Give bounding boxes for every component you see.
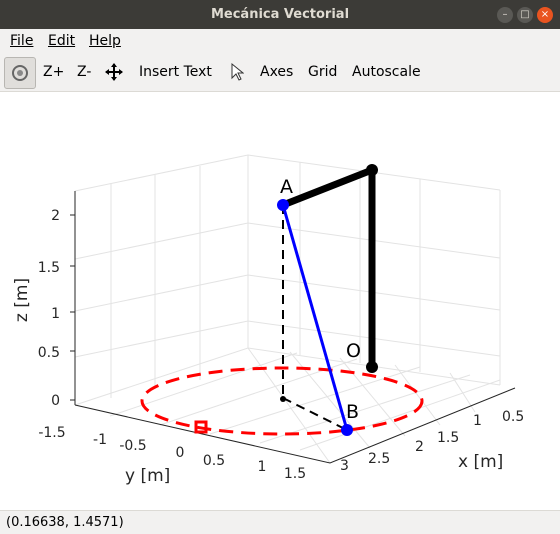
y-tick: -1.5 [38,425,65,441]
menu-edit-label: Edit [48,33,76,49]
x-tick: 1.5 [437,430,459,446]
grid-button[interactable]: Grid [308,64,337,80]
x-tick: 3 [340,458,349,474]
x-tick: 2.5 [368,451,390,467]
menu-edit[interactable]: Edit [48,33,75,49]
x-tick: 1 [473,413,482,429]
z-tick: 2 [51,208,60,224]
menu-file-label: File [10,33,34,49]
rod-ab [281,204,349,431]
zoom-out-button[interactable]: Z- [77,64,91,80]
z-tick: 0 [51,393,60,409]
cursor-coordinates: (0.16638, 1.4571) [6,515,124,530]
projection-point [280,396,286,402]
z-axis-label: z [m] [12,278,32,322]
point-b [341,424,353,436]
menu-help-label: Help [89,33,121,49]
status-bar: (0.16638, 1.4571) [0,510,560,534]
z-tick: 0.5 [38,345,60,361]
insert-text-button[interactable]: Insert Text [139,64,212,80]
y-tick: 1.5 [284,466,306,482]
y-tick: -0.5 [119,438,146,454]
point-a [277,199,289,211]
maximize-icon[interactable]: □ [517,7,533,23]
label-b: B [346,401,359,423]
z-tick: 1.5 [38,260,60,276]
x-axis-label: x [m] [458,452,503,472]
y-tick: 0.5 [203,453,225,469]
window-title: Mecánica Vectorial [210,7,350,22]
label-o: O [346,340,361,362]
tick-marks [70,214,75,401]
rotate-icon [12,65,28,81]
menu-bar: File Edit Help [0,29,560,53]
rotate-button[interactable] [4,57,36,89]
toolbar: Z+ Z- Insert Text Axes Grid Autoscale [0,53,560,92]
axes-button[interactable]: Axes [260,64,293,80]
zoom-in-button[interactable]: Z+ [43,64,64,80]
z-tick-labels: 0 0.5 1 1.5 2 [38,208,60,409]
x-tick: 2 [415,439,424,455]
pan-icon[interactable] [104,62,124,82]
joint-top [366,164,378,176]
frame-structure [281,164,376,367]
x-tick: 0.5 [502,409,524,425]
autoscale-button[interactable]: Autoscale [352,64,421,80]
select-pointer-icon[interactable] [230,62,244,82]
close-icon[interactable]: × [537,7,553,23]
minimize-icon[interactable]: – [497,7,513,23]
y-tick: 1 [258,459,267,475]
y-axis-label: y [m] [125,466,170,486]
title-bar: Mecánica Vectorial – □ × [0,0,560,29]
axis-frame [74,191,516,464]
point-o [366,361,378,373]
y-tick: 0 [176,445,185,461]
plot-3d[interactable]: 0 0.5 1 1.5 2 z [m] -1.5 -1 -0.5 0 0.5 1… [0,92,560,510]
label-a: A [280,176,293,198]
menu-help[interactable]: Help [89,33,121,49]
y-tick: -1 [93,432,107,448]
z-tick: 1 [51,306,60,322]
menu-file[interactable]: File [10,33,33,49]
